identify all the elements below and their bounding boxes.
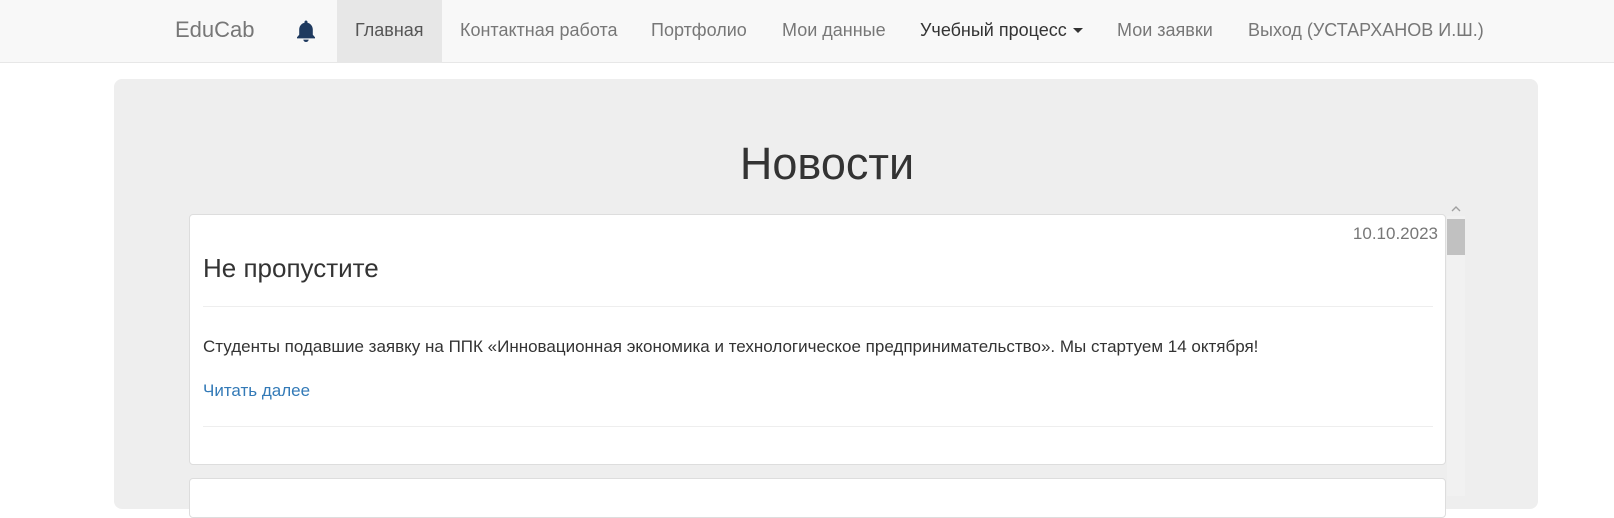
read-more-link[interactable]: Читать далее bbox=[203, 379, 310, 403]
notifications-button[interactable] bbox=[290, 17, 322, 45]
nav-item-my-requests[interactable]: Мои заявки bbox=[1099, 0, 1231, 62]
news-scrollbar-thumb[interactable] bbox=[1447, 219, 1465, 255]
caret-down-icon bbox=[1072, 27, 1083, 33]
nav-item-portfolio[interactable]: Портфолио bbox=[633, 0, 765, 62]
bell-icon bbox=[297, 20, 315, 42]
nav-item-my-data[interactable]: Мои данные bbox=[764, 0, 904, 62]
news-date: 10.10.2023 bbox=[1352, 224, 1438, 243]
nav-item-contact-work[interactable]: Контактная работа bbox=[442, 0, 636, 62]
nav-item-logout[interactable]: Выход (УСТАРХАНОВ И.Ш.) bbox=[1230, 0, 1502, 62]
chevron-up-icon bbox=[1451, 206, 1461, 212]
news-body: Студенты подавшие заявку на ППК «Инновац… bbox=[203, 337, 1259, 356]
news-card-next bbox=[189, 478, 1446, 518]
nav-item-home[interactable]: Главная bbox=[337, 0, 442, 62]
news-card: 10.10.2023 Не пропустите Студенты подавш… bbox=[189, 214, 1446, 465]
scroll-up-button[interactable] bbox=[1447, 203, 1465, 215]
news-scrollbar-track[interactable] bbox=[1447, 216, 1465, 496]
nav-item-study-process-dropdown[interactable]: Учебный процесс bbox=[902, 0, 1101, 62]
top-navbar: EduCab Главная Контактная работа Портфол… bbox=[0, 0, 1614, 63]
page-title: Новости bbox=[739, 138, 915, 189]
nav-item-study-process-label: Учебный процесс bbox=[920, 20, 1067, 40]
news-divider-bottom bbox=[203, 426, 1433, 427]
news-title: Не пропустите bbox=[203, 253, 379, 283]
brand-logo-link[interactable]: EduCab bbox=[175, 0, 255, 62]
news-divider-top bbox=[203, 306, 1433, 307]
